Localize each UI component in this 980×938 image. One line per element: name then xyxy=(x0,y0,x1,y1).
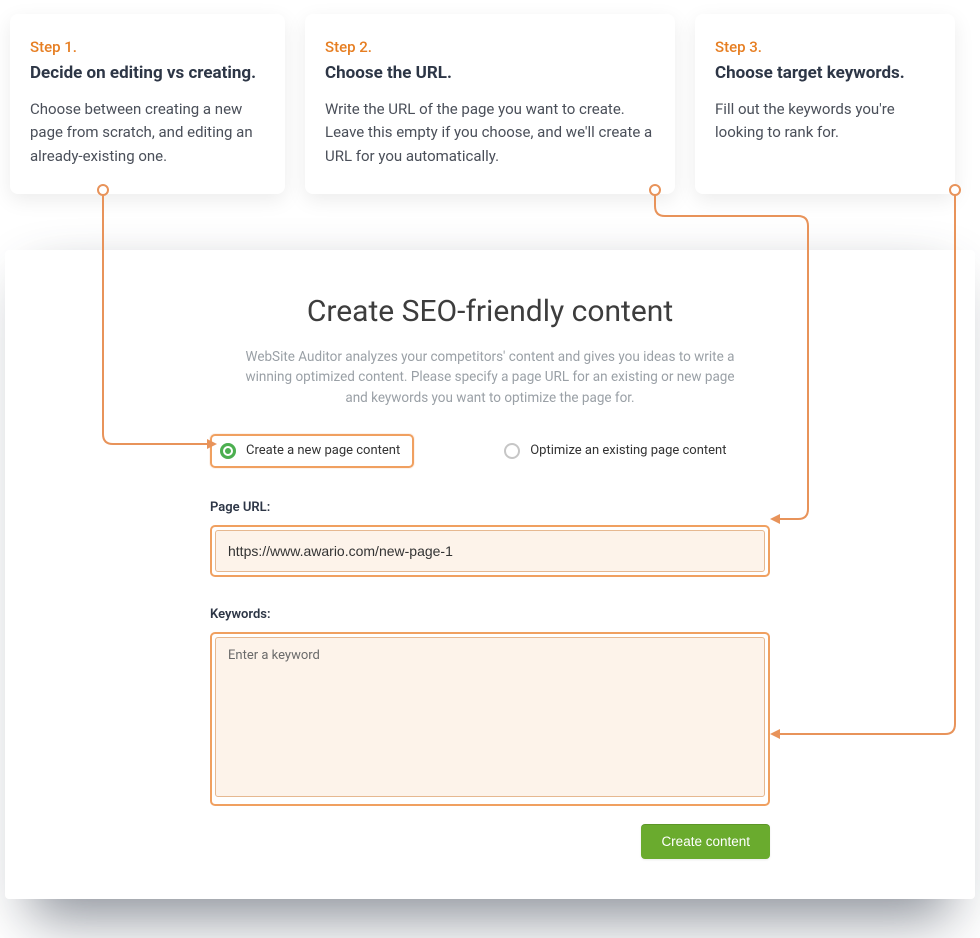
step-3-desc: Fill out the keywords you're looking to … xyxy=(715,98,935,145)
keywords-highlight xyxy=(210,632,770,806)
page-title: Create SEO-friendly content xyxy=(210,294,770,329)
page-description: WebSite Auditor analyzes your competitor… xyxy=(210,347,770,408)
step-card-3: Step 3. Choose target keywords. Fill out… xyxy=(695,14,955,194)
main-panel: Create SEO-friendly content WebSite Audi… xyxy=(5,250,975,899)
page-url-input[interactable] xyxy=(215,530,765,572)
radio-optimize-existing[interactable]: Optimize an existing page content xyxy=(504,443,726,459)
page-url-label: Page URL: xyxy=(210,500,770,515)
steps-row: Step 1. Decide on editing vs creating. C… xyxy=(0,0,980,194)
step-2-label: Step 2. xyxy=(325,38,655,56)
step-2-title: Choose the URL. xyxy=(325,62,655,84)
radio-create-new[interactable]: Create a new page content xyxy=(210,434,414,468)
keywords-label: Keywords: xyxy=(210,607,770,622)
step-3-title: Choose target keywords. xyxy=(715,62,935,84)
step-1-label: Step 1. xyxy=(30,38,265,56)
step-3-label: Step 3. xyxy=(715,38,935,56)
step-1-title: Decide on editing vs creating. xyxy=(30,62,265,84)
step-2-desc: Write the URL of the page you want to cr… xyxy=(325,98,655,168)
button-row: Create content xyxy=(210,824,770,859)
radio-optimize-label: Optimize an existing page content xyxy=(530,443,726,458)
step-card-2: Step 2. Choose the URL. Write the URL of… xyxy=(305,14,675,194)
page-url-highlight xyxy=(210,525,770,577)
radio-group: Create a new page content Optimize an ex… xyxy=(210,434,770,468)
step-card-1: Step 1. Decide on editing vs creating. C… xyxy=(10,14,285,194)
radio-selected-icon xyxy=(220,443,236,459)
step-1-desc: Choose between creating a new page from … xyxy=(30,98,265,168)
radio-unselected-icon xyxy=(504,443,520,459)
create-content-button[interactable]: Create content xyxy=(641,824,770,859)
keywords-input[interactable] xyxy=(215,637,765,797)
radio-create-label: Create a new page content xyxy=(246,443,400,458)
